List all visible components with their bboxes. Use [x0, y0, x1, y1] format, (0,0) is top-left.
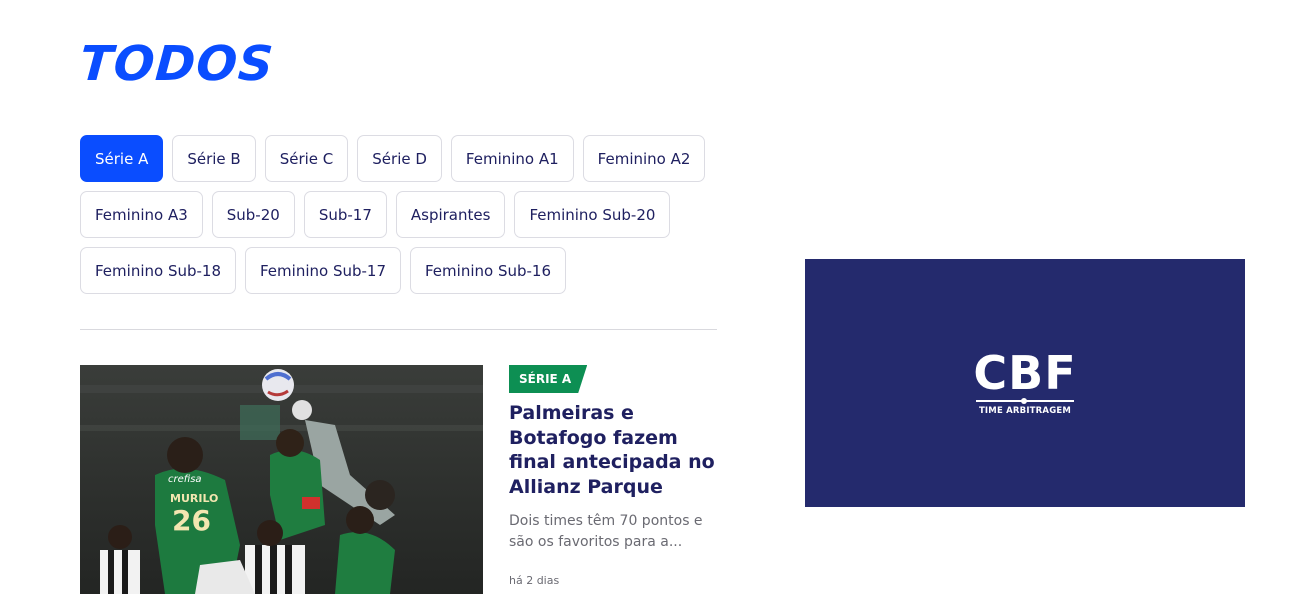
section-divider: [80, 329, 717, 330]
filter-chip-serie-d[interactable]: Série D: [357, 135, 442, 182]
cbf-logo: CBF TIME ARBITRAGEM: [973, 345, 1077, 416]
news-photo[interactable]: MURILO 26 crefisa: [80, 365, 483, 594]
cbf-logo-subtitle: TIME ARBITRAGEM: [978, 405, 1072, 416]
filter-chip-feminino-sub-18[interactable]: Feminino Sub-18: [80, 247, 236, 294]
shirt-number: 26: [172, 504, 211, 537]
filter-row: Feminino Sub-18 Feminino Sub-17 Feminino…: [80, 247, 720, 294]
filter-chip-sub-20[interactable]: Sub-20: [211, 191, 295, 238]
news-card[interactable]: MURILO 26 crefisa SÉRIE A Palmeiras e Bo…: [80, 365, 720, 594]
filter-chip-sub-17[interactable]: Sub-17: [303, 191, 387, 238]
filter-chip-aspirantes[interactable]: Aspirantes: [395, 191, 506, 238]
category-badge[interactable]: SÉRIE A: [509, 365, 587, 393]
filter-chip-feminino-a1[interactable]: Feminino A1: [450, 135, 574, 182]
filter-chip-feminino-sub-20[interactable]: Feminino Sub-20: [514, 191, 671, 238]
filter-chip-feminino-a2[interactable]: Feminino A2: [582, 135, 706, 182]
filter-row: Feminino A3 Sub-20 Sub-17 Aspirantes Fem…: [80, 191, 720, 238]
filter-chip-feminino-sub-16[interactable]: Feminino Sub-16: [410, 247, 566, 294]
filter-chip-feminino-a3[interactable]: Feminino A3: [80, 191, 203, 238]
cbf-time-arbitragem-banner[interactable]: CBF TIME ARBITRAGEM: [805, 259, 1245, 507]
filter-chip-serie-c[interactable]: Série C: [264, 135, 349, 182]
shirt-sponsor: crefisa: [168, 474, 202, 485]
page-title: TODOS: [78, 36, 276, 92]
news-excerpt: Dois times têm 70 pontos e são os favori…: [509, 513, 703, 550]
logo-divider-line: [976, 397, 1074, 404]
news-timestamp: há 2 dias: [509, 574, 560, 587]
news-headline[interactable]: Palmeiras e Botafogo fazem final antecip…: [509, 401, 724, 499]
cbf-logo-text: CBF: [973, 345, 1077, 400]
filter-chip-feminino-sub-17[interactable]: Feminino Sub-17: [245, 247, 401, 294]
filter-chip-serie-a[interactable]: Série A: [80, 135, 164, 182]
football-match-photo: MURILO 26 crefisa: [80, 365, 483, 594]
filter-row: Série A Série B Série C Série D Feminino…: [80, 135, 720, 182]
competition-filters: Série A Série B Série C Série D Feminino…: [80, 135, 720, 303]
filter-chip-serie-b[interactable]: Série B: [172, 135, 256, 182]
